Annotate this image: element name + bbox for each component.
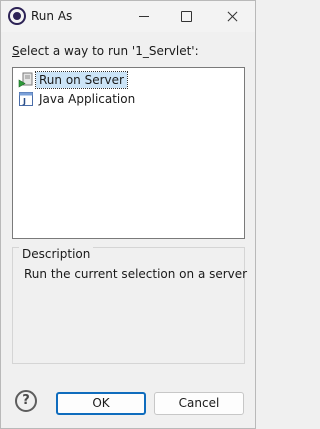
cancel-button[interactable]: Cancel — [154, 392, 244, 415]
title-bar[interactable]: Run As — [1, 1, 255, 32]
help-icon[interactable]: ? — [15, 390, 37, 412]
window-title: Run As — [31, 9, 73, 23]
prompt-mnemonic: S — [12, 44, 20, 58]
eclipse-icon — [10, 9, 24, 23]
description-legend: Description — [19, 247, 94, 261]
ok-button[interactable]: OK — [56, 392, 146, 415]
minimize-button[interactable] — [125, 1, 165, 32]
list-item-java-application[interactable]: J Java Application — [18, 90, 138, 107]
svg-text:J: J — [22, 97, 26, 106]
description-text: Run the current selection on a server — [24, 267, 248, 281]
maximize-button[interactable] — [167, 1, 207, 32]
launch-options-list[interactable]: Run on Server J Java Application — [12, 67, 245, 239]
select-prompt-label: Select a way to run '1_Servlet': — [12, 44, 199, 58]
list-item-label: Run on Server — [35, 70, 128, 89]
list-item-run-on-server[interactable]: Run on Server — [18, 70, 128, 89]
run-as-dialog: Run As Select a way to run '1_Servlet': … — [0, 0, 256, 429]
java-application-icon: J — [18, 91, 34, 107]
description-group — [12, 247, 245, 364]
list-item-label: Java Application — [39, 91, 136, 106]
close-button[interactable] — [213, 1, 253, 32]
server-run-icon — [18, 72, 34, 88]
prompt-text: elect a way to run '1_Servlet': — [19, 44, 199, 58]
